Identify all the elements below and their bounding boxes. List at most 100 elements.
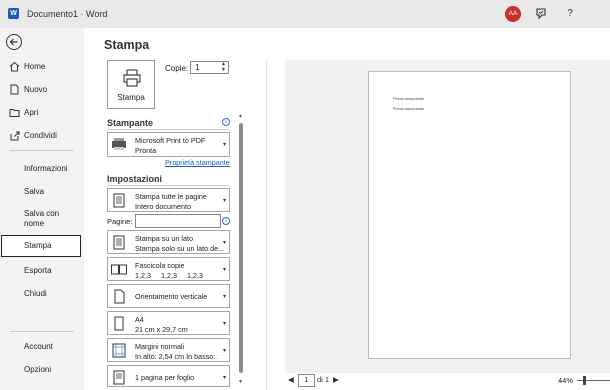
print-button[interactable]: Stampa [107, 60, 155, 109]
chevron-down-icon: ▾ [222, 294, 226, 300]
panel-divider [266, 60, 267, 390]
collate-icon [111, 264, 127, 275]
sides-select[interactable]: Stampa su un lato Stampa solo su un lato… [107, 230, 230, 254]
sidebar-item-export[interactable]: Esporta [0, 265, 84, 279]
pages-per-sheet-label: 1 pagina per foglio [135, 373, 195, 382]
print-range-sub: Intero documento [135, 202, 191, 211]
paper-size-main: A4 [135, 315, 144, 324]
sidebar-item-share[interactable]: Condividi [0, 130, 84, 144]
printer-status: Pronta [135, 146, 157, 155]
new-document-icon [10, 84, 19, 95]
sidebar-item-save[interactable]: Salva [0, 186, 84, 200]
settings-section-title: Impostazioni [107, 174, 163, 184]
help-icon[interactable]: ? [562, 6, 578, 22]
paper-size-icon [114, 316, 124, 331]
info-icon[interactable]: i [222, 217, 230, 225]
page-per-sheet-icon [113, 370, 125, 385]
print-range-select[interactable]: Stampa tutte le pagine Intero documento … [107, 188, 230, 212]
print-range-main: Stampa tutte le pagine [135, 192, 207, 201]
printer-properties-link[interactable]: Proprietà stampante [165, 158, 230, 167]
feedback-icon[interactable] [533, 6, 549, 22]
preview-text-line: Prova documento [393, 106, 425, 111]
scrollbar-thumb[interactable] [239, 123, 243, 373]
sidebar-item-label: Esporta [24, 266, 52, 275]
printer-device-icon [112, 138, 126, 150]
sidebar-item-account[interactable]: Account [0, 341, 84, 355]
zoom-level: 44% [558, 376, 574, 385]
printer-name: Microsoft Print to PDF [135, 136, 206, 145]
sidebar-item-label: Informazioni [24, 164, 68, 173]
sidebar-divider [10, 331, 74, 332]
paper-size-select[interactable]: A4 21 cm x 29,7 cm ▾ [107, 311, 230, 335]
account-avatar[interactable]: AA [505, 6, 521, 22]
scroll-down-icon[interactable]: ▼ [238, 379, 243, 385]
sides-main: Stampa su un lato [135, 234, 193, 243]
arrow-left-icon [9, 38, 18, 46]
sidebar-item-open[interactable]: Apri [0, 107, 84, 121]
orientation-label: Orientamento verticale [135, 292, 208, 301]
pages-input[interactable] [135, 214, 221, 228]
next-page-icon[interactable]: ▶ [333, 375, 339, 384]
sidebar-item-info[interactable]: Informazioni [0, 163, 84, 177]
print-button-label: Stampa [117, 93, 145, 102]
one-sided-icon [113, 235, 125, 250]
sidebar-item-label: Salva con nome [24, 209, 60, 228]
sidebar-item-home[interactable]: Home [0, 61, 84, 75]
info-icon[interactable]: i [222, 118, 230, 126]
title-bar: W Documento1 · Word AA ? [0, 0, 610, 28]
sidebar-item-new[interactable]: Nuovo [0, 84, 84, 98]
word-logo-icon: W [8, 8, 19, 19]
paper-size-sub: 21 cm x 29,7 cm [135, 325, 188, 334]
sidebar-item-label: Nuovo [24, 85, 48, 94]
sidebar-item-close[interactable]: Chiudi [0, 288, 84, 302]
sidebar-item-label: Account [24, 342, 53, 351]
sidebar-item-print[interactable]: Stampa [1, 235, 81, 257]
copies-value: 1 [195, 63, 200, 72]
copies-stepper[interactable]: 1 ▲ ▼ [190, 61, 229, 74]
collate-main: Fascicola copie [135, 261, 185, 270]
spinner-arrows-icon[interactable]: ▲ ▼ [221, 61, 226, 73]
margins-select[interactable]: Margini normali In alto: 2,54 cm In bass… [107, 338, 230, 362]
preview-page: Prova documento Prova documento [368, 71, 571, 359]
chevron-down-icon: ▾ [222, 240, 226, 246]
collate-select[interactable]: Fascicola copie 1,2,3 1,2,3 1,2,3 ▾ [107, 257, 230, 281]
sidebar-item-label: Apri [24, 108, 39, 117]
margins-sub: In alto: 2,54 cm In basso: 2,... [135, 352, 218, 361]
section-divider [107, 129, 229, 130]
preview-text-line: Prova documento [393, 96, 425, 101]
printer-select[interactable]: Microsoft Print to PDF Pronta ▾ [107, 132, 230, 157]
page-number-input[interactable]: 1 [298, 374, 315, 387]
zoom-slider-thumb[interactable] [583, 376, 586, 385]
margins-icon [112, 343, 126, 358]
scroll-up-icon[interactable]: ▲ [238, 113, 243, 119]
settings-scrollbar[interactable]: ▲ ▼ [238, 113, 244, 390]
back-button[interactable] [6, 34, 22, 50]
sidebar-item-options[interactable]: Opzioni [0, 364, 84, 378]
chevron-down-icon: ▾ [222, 348, 226, 354]
folder-icon [9, 109, 20, 117]
home-icon [9, 61, 20, 72]
sidebar-item-label: Chiudi [24, 289, 47, 298]
pages-icon [113, 193, 125, 208]
page-title: Stampa [104, 38, 150, 52]
pages-per-sheet-select[interactable]: 1 pagina per foglio ▾ [107, 365, 230, 387]
sidebar-item-label: Opzioni [24, 365, 52, 374]
sidebar-item-label: Home [24, 62, 46, 71]
section-divider [107, 185, 229, 186]
zoom-slider[interactable] [577, 380, 610, 381]
collate-sub: 1,2,3 1,2,3 1,2,3 [135, 271, 203, 280]
share-icon [10, 131, 20, 141]
sidebar-item-save-as[interactable]: Salva con nome [0, 209, 84, 231]
chevron-down-icon: ▾ [222, 142, 226, 148]
window-title: Documento1 · Word [27, 9, 108, 19]
sidebar-divider [10, 150, 74, 151]
previous-page-icon[interactable]: ◀ [288, 375, 294, 384]
sidebar-item-label: Salva [24, 187, 45, 196]
portrait-icon [114, 289, 125, 304]
pages-label: Pagine: [107, 217, 133, 226]
orientation-select[interactable]: Orientamento verticale ▾ [107, 284, 230, 308]
copies-label: Copie: [165, 64, 189, 73]
margins-main: Margini normali [135, 342, 185, 351]
chevron-down-icon: ▾ [222, 198, 226, 204]
chevron-down-icon: ▾ [222, 267, 226, 273]
